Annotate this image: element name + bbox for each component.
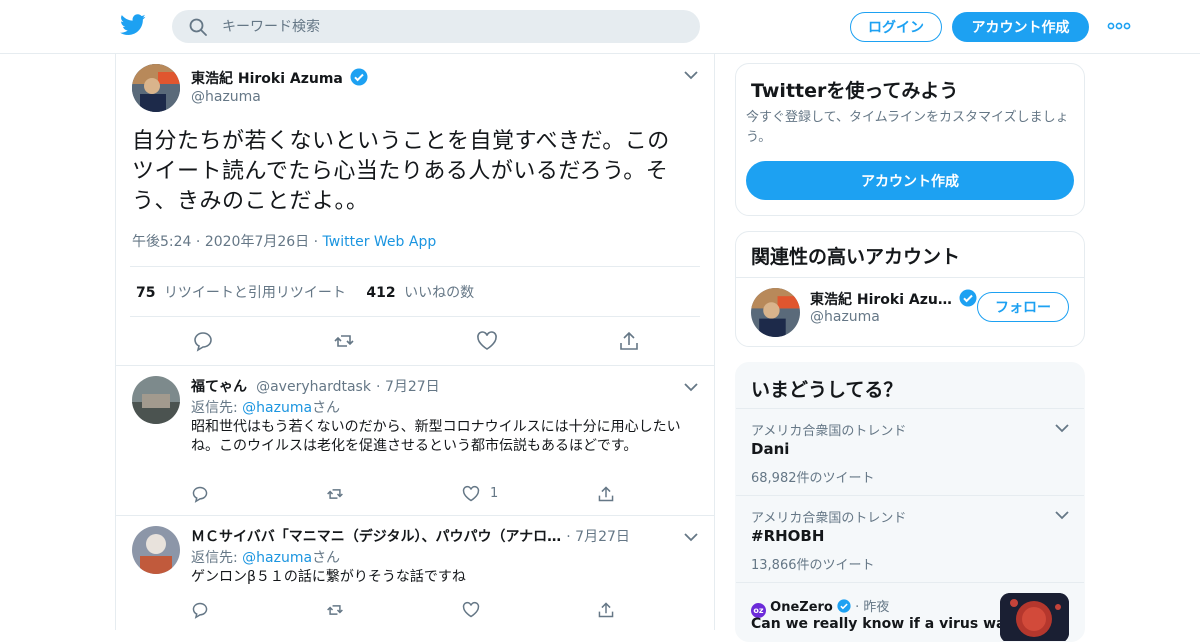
tweet-text: 自分たちが若くないということを自覚すべきだ。このツイート読んでたら心当たりある人…: [132, 129, 670, 214]
related-account-name[interactable]: 東浩紀 Hiroki Azu…: [810, 292, 952, 308]
trend-count: 68,982件のツイート: [751, 471, 875, 486]
chevron-down-icon[interactable]: [1055, 510, 1069, 520]
verified-badge-icon: [837, 599, 851, 613]
like-count: 1: [490, 486, 499, 501]
like-label[interactable]: いいねの数: [404, 285, 474, 301]
verified-badge-icon: [959, 289, 977, 307]
trend-count: 13,866件のツイート: [751, 558, 875, 573]
like-count[interactable]: 412: [366, 285, 395, 301]
reply-icon[interactable]: [192, 330, 214, 352]
separator-dot: ·: [313, 234, 323, 250]
divider: [736, 277, 1084, 278]
avatar-image: [132, 64, 180, 112]
avatar-image: [751, 288, 800, 337]
reply-date[interactable]: 7月27日: [385, 379, 440, 395]
trend-item[interactable]: アメリカ合衆国のトレンド Dani 68,982件のツイート: [736, 408, 1084, 495]
chevron-down-icon[interactable]: [1055, 423, 1069, 433]
separator-dot: ·: [195, 234, 205, 250]
share-icon[interactable]: [597, 485, 615, 503]
signup-card-button[interactable]: アカウント作成: [746, 161, 1074, 200]
retweet-icon[interactable]: [326, 601, 344, 619]
news-time: 昨夜: [863, 600, 890, 615]
tweet-source[interactable]: Twitter Web App: [323, 234, 437, 250]
separator-dot: ·: [566, 529, 576, 545]
twitter-bird-icon[interactable]: [120, 13, 146, 37]
chevron-down-icon[interactable]: [684, 532, 698, 542]
like-icon[interactable]: [476, 330, 498, 352]
news-source: OneZero: [770, 600, 833, 615]
like-icon[interactable]: [462, 485, 480, 503]
reply-to-link[interactable]: @hazuma: [242, 400, 312, 416]
divider: [130, 316, 700, 317]
related-accounts-title: 関連性の高いアカウント: [751, 246, 961, 268]
follow-button[interactable]: フォロー: [977, 292, 1069, 322]
author-name[interactable]: 東浩紀 Hiroki Azuma: [191, 71, 343, 87]
reply-context: 返信先: @hazumaさん: [191, 550, 341, 566]
trend-name: #RHOBH: [751, 527, 825, 545]
reply-tweet[interactable]: 福てゃん @averyhardtask · 7月27日 返信先: @hazuma…: [116, 365, 714, 515]
separator-dot: ·: [376, 379, 385, 395]
reply-avatar[interactable]: [132, 376, 180, 424]
tweet-stats: 75 リツイートと引用リツイート 412 いいねの数: [136, 282, 474, 302]
trends-card: いまどうしてる？ アメリカ合衆国のトレンド Dani 68,982件のツイート …: [735, 362, 1085, 642]
more-options-icon[interactable]: [1107, 19, 1131, 33]
news-item[interactable]: oz OneZero · 昨夜 Can we really know if a …: [736, 582, 1084, 641]
reply-to-link[interactable]: @hazuma: [242, 550, 312, 566]
retweet-icon[interactable]: [326, 485, 344, 503]
author-handle[interactable]: @hazuma: [191, 89, 261, 105]
verified-badge-icon: [350, 68, 368, 86]
search-bar[interactable]: [172, 10, 700, 43]
login-button[interactable]: ログイン: [850, 12, 942, 42]
author-avatar[interactable]: [132, 64, 180, 112]
news-thumbnail: [1000, 593, 1069, 641]
signup-card-title: Twitterを使ってみよう: [751, 80, 959, 102]
share-icon[interactable]: [618, 330, 640, 352]
like-icon[interactable]: [462, 601, 480, 619]
signup-button[interactable]: アカウント作成: [952, 12, 1089, 42]
tweet-timestamp[interactable]: 午後5:24 · 2020年7月26日 · Twitter Web App: [132, 231, 436, 251]
trend-context: アメリカ合衆国のトレンド: [751, 511, 907, 526]
signup-card: Twitterを使ってみよう 今すぐ登録して、タイムラインをカスタマイズしましょ…: [735, 63, 1085, 216]
signup-card-description: 今すぐ登録して、タイムラインをカスタマイズしましょう。: [746, 110, 1069, 145]
trends-title: いまどうしてる？: [751, 379, 903, 401]
reply-context: 返信先: @hazumaさん: [191, 400, 341, 416]
retweet-count[interactable]: 75: [136, 285, 155, 301]
chevron-down-icon[interactable]: [684, 70, 698, 80]
tweet-time: 午後5:24: [132, 234, 192, 250]
related-accounts-card: 関連性の高いアカウント 東浩紀 Hiroki Azu… @hazuma フォロー: [735, 231, 1085, 347]
chevron-down-icon[interactable]: [684, 382, 698, 392]
main-timeline: 東浩紀 Hiroki Azuma @hazuma 自分たちが若くないということを…: [115, 54, 715, 630]
retweet-label[interactable]: リツイートと引用リツイート: [164, 285, 346, 301]
trend-context: アメリカ合衆国のトレンド: [751, 424, 907, 439]
search-icon: [189, 18, 207, 36]
reply-tweet[interactable]: ＭＣサイババ「マニマニ（デジタル）、パウパウ（アナロ… · 7月27日 返信先:…: [116, 515, 714, 630]
related-account-avatar[interactable]: [751, 288, 800, 337]
avatar-image: [132, 526, 180, 574]
reply-icon[interactable]: [191, 485, 209, 503]
share-icon[interactable]: [597, 601, 615, 619]
search-input[interactable]: [222, 10, 682, 43]
trend-item[interactable]: アメリカ合衆国のトレンド #RHOBH 13,866件のツイート: [736, 495, 1084, 582]
reply-text: 昭和世代はもう若くないのだから、新型コロナウイルスには十分に用心したいね。このウ…: [191, 419, 681, 454]
reply-text: ゲンロンβ５１の話に繋がりそうな話ですね: [191, 569, 466, 585]
trend-name: Dani: [751, 440, 790, 458]
tweet-date: 2020年7月26日: [204, 234, 310, 250]
reply-avatar[interactable]: [132, 526, 180, 574]
reply-author-handle[interactable]: @averyhardtask: [256, 379, 371, 395]
retweet-icon[interactable]: [333, 330, 355, 352]
related-account-handle[interactable]: @hazuma: [810, 309, 880, 325]
avatar-image: [132, 376, 180, 424]
divider: [130, 266, 700, 267]
virus-image: [1000, 593, 1069, 641]
reply-icon[interactable]: [191, 601, 209, 619]
reply-date[interactable]: 7月27日: [575, 529, 630, 545]
reply-author-name[interactable]: 福てゃん: [191, 379, 247, 395]
top-bar: ログイン アカウント作成: [0, 0, 1200, 54]
reply-author-name[interactable]: ＭＣサイババ「マニマニ（デジタル）、パウパウ（アナロ…: [191, 529, 561, 545]
